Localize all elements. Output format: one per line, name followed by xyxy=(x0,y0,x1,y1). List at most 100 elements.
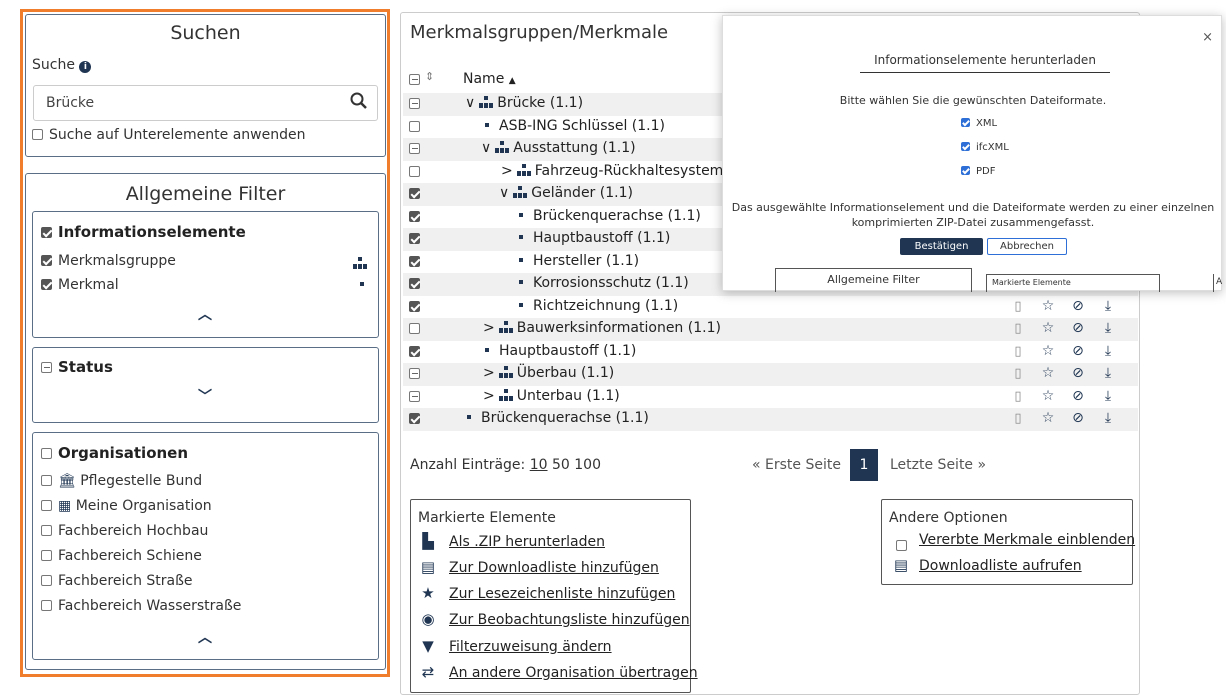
change-filter-link[interactable]: Filterzuweisung ändern xyxy=(449,639,612,655)
confirm-button[interactable]: Bestätigen xyxy=(900,238,983,255)
row-checkbox[interactable] xyxy=(409,278,420,289)
row-checkbox[interactable] xyxy=(409,120,420,132)
org-fachbereich-hochbau[interactable]: Fachbereich Hochbau xyxy=(41,523,208,539)
open-downloadlist-link[interactable]: Downloadliste aufrufen xyxy=(919,558,1082,574)
select-all-checkbox[interactable] xyxy=(409,74,420,85)
close-icon[interactable]: × xyxy=(1202,30,1213,45)
book-icon[interactable]: ▯ xyxy=(1003,299,1033,314)
format-ifcxml-option[interactable]: ifcXML xyxy=(961,142,1009,153)
transfer-org-link[interactable]: An andere Organisation übertragen xyxy=(449,665,698,681)
chevron-down-icon[interactable]: ﹀ xyxy=(198,386,212,406)
chevron-down-icon[interactable]: ∨ xyxy=(481,140,491,156)
chevron-right-icon[interactable]: > xyxy=(483,365,495,381)
page-size-10[interactable]: 10 xyxy=(530,457,548,473)
org-checkbox[interactable] xyxy=(41,475,52,486)
format-xml-option[interactable]: XML xyxy=(961,118,997,129)
book-icon[interactable]: ▯ xyxy=(1003,389,1033,404)
org-fachbereich-schiene[interactable]: Fachbereich Schiene xyxy=(41,548,202,564)
star-icon[interactable]: ☆ xyxy=(1033,343,1063,359)
star-icon[interactable]: ☆ xyxy=(1033,298,1063,314)
page-size-50[interactable]: 50 xyxy=(552,457,570,473)
organisations-header[interactable]: Organisationen xyxy=(41,444,188,462)
chevron-right-icon[interactable]: > xyxy=(483,320,495,336)
download-icon[interactable]: ⤓ xyxy=(1093,410,1123,426)
star-icon[interactable]: ☆ xyxy=(1033,320,1063,336)
current-page[interactable]: 1 xyxy=(850,449,878,481)
eye-slash-icon[interactable]: ⊘ xyxy=(1063,343,1093,359)
table-row[interactable]: > Unterbau (1.1) ▯ ☆ ⊘ ⤓ xyxy=(403,386,1138,409)
table-row[interactable]: > Überbau (1.1) ▯ ☆ ⊘ ⤓ xyxy=(403,363,1138,386)
row-checkbox[interactable] xyxy=(409,165,420,177)
row-checkbox[interactable] xyxy=(409,255,420,267)
eye-slash-icon[interactable]: ⊘ xyxy=(1063,410,1093,426)
eye-slash-icon[interactable]: ⊘ xyxy=(1063,298,1093,314)
inherited-features-checkbox[interactable] xyxy=(896,540,907,551)
sort-icon[interactable]: ⇕ xyxy=(425,70,434,83)
row-checkbox[interactable] xyxy=(409,188,420,199)
download-icon[interactable]: ⤓ xyxy=(1093,388,1123,404)
row-checkbox[interactable] xyxy=(409,143,420,154)
table-row[interactable]: Richtzeichnung (1.1) ▯ ☆ ⊘ ⤓ xyxy=(403,296,1138,319)
org-checkbox[interactable] xyxy=(41,600,52,611)
merkmalsgruppe-checkbox[interactable] xyxy=(41,255,52,266)
show-inherited-link[interactable]: Vererbte Merkmale einblenden xyxy=(919,532,1135,548)
download-zip-link[interactable]: Als .ZIP herunterladen xyxy=(449,534,605,550)
column-name-header[interactable]: Name ▲ xyxy=(463,71,516,87)
row-checkbox[interactable] xyxy=(409,390,420,402)
status-header[interactable]: Status xyxy=(41,358,113,376)
chevron-up-icon[interactable]: ︿ xyxy=(198,304,212,324)
info-elements-header[interactable]: Informationselemente xyxy=(41,223,246,241)
search-subelements-option[interactable]: Suche auf Unterelemente anwenden xyxy=(32,127,305,143)
format-pdf-option[interactable]: PDF xyxy=(961,166,995,177)
book-icon[interactable]: ▯ xyxy=(1003,321,1033,336)
org-checkbox[interactable] xyxy=(41,525,52,536)
star-icon[interactable]: ☆ xyxy=(1033,388,1063,404)
info-elements-checkbox[interactable] xyxy=(41,227,52,238)
chevron-down-icon[interactable]: ∨ xyxy=(499,185,509,201)
org-fachbereich-wasserstrasse[interactable]: Fachbereich Wasserstraße xyxy=(41,598,241,614)
format-checkbox[interactable] xyxy=(961,166,970,175)
table-row[interactable]: Brückenquerachse (1.1) ▯ ☆ ⊘ ⤓ xyxy=(403,408,1138,431)
search-subelements-checkbox[interactable] xyxy=(32,129,43,140)
row-checkbox[interactable] xyxy=(409,233,420,244)
merkmal-checkbox[interactable] xyxy=(41,279,52,290)
format-checkbox[interactable] xyxy=(961,142,970,151)
cancel-button[interactable]: Abbrechen xyxy=(987,238,1067,255)
search-icon[interactable] xyxy=(350,92,367,114)
table-row[interactable]: > Bauwerksinformationen (1.1) ▯ ☆ ⊘ ⤓ xyxy=(403,318,1138,341)
org-pflegestelle-bund[interactable]: 🏛 Pflegestelle Bund xyxy=(41,473,202,489)
organisations-checkbox[interactable] xyxy=(41,448,52,459)
download-icon[interactable]: ⤓ xyxy=(1093,343,1123,359)
add-downloadlist-link[interactable]: Zur Downloadliste hinzufügen xyxy=(449,560,659,576)
row-checkbox[interactable] xyxy=(409,345,420,357)
star-icon[interactable]: ☆ xyxy=(1033,410,1063,426)
format-checkbox[interactable] xyxy=(961,118,970,127)
row-checkbox[interactable] xyxy=(409,368,420,379)
first-page-link[interactable]: « Erste Seite xyxy=(752,457,841,473)
last-page-link[interactable]: Letzte Seite » xyxy=(890,457,986,473)
add-watchlist-link[interactable]: Zur Beobachtungsliste hinzufügen xyxy=(449,612,690,628)
status-checkbox[interactable] xyxy=(41,362,52,373)
eye-slash-icon[interactable]: ⊘ xyxy=(1063,388,1093,404)
chevron-up-icon[interactable]: ︿ xyxy=(198,627,212,647)
filter-merkmal[interactable]: Merkmal xyxy=(41,277,119,293)
org-checkbox[interactable] xyxy=(41,550,52,561)
chevron-right-icon[interactable]: > xyxy=(501,163,513,179)
search-field[interactable] xyxy=(33,85,378,121)
star-icon[interactable]: ☆ xyxy=(1033,365,1063,381)
row-checkbox[interactable] xyxy=(409,210,420,222)
eye-slash-icon[interactable]: ⊘ xyxy=(1063,320,1093,336)
search-input[interactable] xyxy=(44,94,350,112)
org-fachbereich-strasse[interactable]: Fachbereich Straße xyxy=(41,573,193,589)
page-size-100[interactable]: 100 xyxy=(574,457,601,473)
filter-merkmalsgruppe[interactable]: Merkmalsgruppe xyxy=(41,253,176,269)
table-row[interactable]: Hauptbaustoff (1.1) ▯ ☆ ⊘ ⤓ xyxy=(403,341,1138,364)
org-meine-organisation[interactable]: ▦ Meine Organisation xyxy=(41,498,212,514)
download-icon[interactable]: ⤓ xyxy=(1093,298,1123,314)
book-icon[interactable]: ▯ xyxy=(1003,411,1033,426)
org-checkbox[interactable] xyxy=(41,500,52,511)
row-checkbox[interactable] xyxy=(409,413,420,424)
info-icon[interactable]: i xyxy=(79,61,92,73)
eye-slash-icon[interactable]: ⊘ xyxy=(1063,365,1093,381)
book-icon[interactable]: ▯ xyxy=(1003,366,1033,381)
